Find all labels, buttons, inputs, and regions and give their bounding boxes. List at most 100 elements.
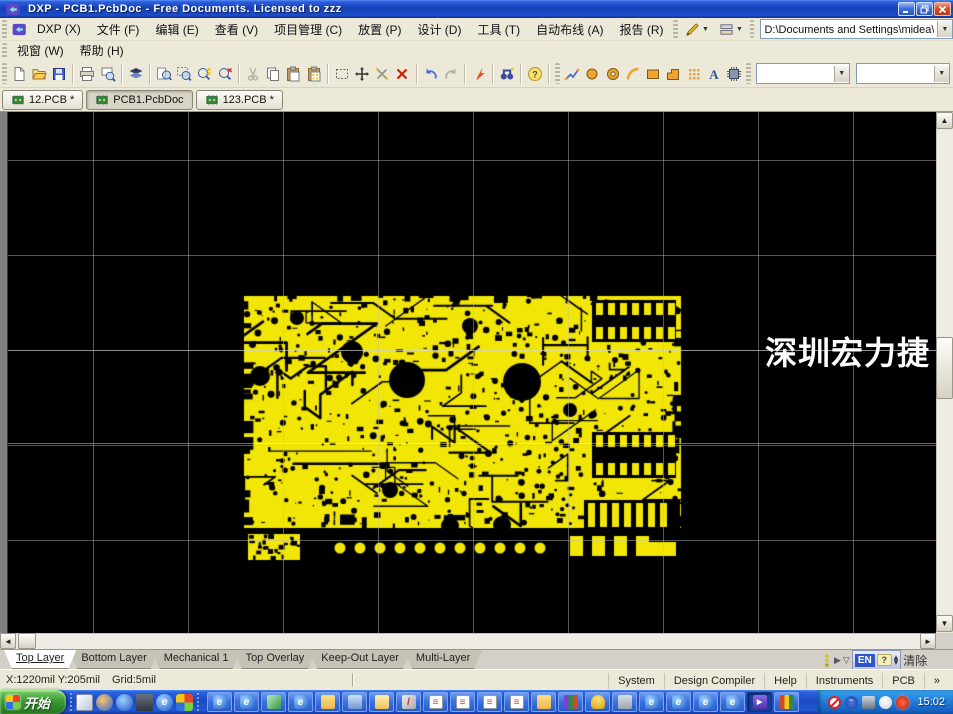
place-polygon-button[interactable] — [663, 63, 683, 85]
interactive-routing-button[interactable] — [469, 63, 489, 85]
panel-button[interactable]: Help — [764, 673, 806, 689]
path-input[interactable] — [761, 23, 937, 35]
print-preview-button[interactable] — [97, 63, 117, 85]
vertical-scroll-thumb[interactable] — [936, 337, 953, 399]
clear-filter-button[interactable] — [392, 63, 412, 85]
layer-stack-button[interactable] — [126, 63, 146, 85]
layer-tab[interactable]: Keep-Out Layer — [309, 650, 411, 669]
taskbar-window-button[interactable] — [234, 692, 259, 712]
minimize-button[interactable] — [898, 2, 915, 16]
document-tab[interactable]: 12.PCB * — [2, 90, 83, 110]
horizontal-scrollbar[interactable]: ◄ ► — [0, 633, 936, 649]
zoom-area-button[interactable] — [174, 63, 194, 85]
document-tab[interactable]: 123.PCB * — [196, 90, 283, 110]
place-via-button[interactable] — [602, 63, 622, 85]
tray-icon[interactable] — [828, 696, 841, 709]
zoom-points-button[interactable] — [194, 63, 214, 85]
language-help-icon[interactable]: ? — [877, 654, 892, 666]
quick-launch-icon[interactable] — [96, 694, 113, 711]
new-document-button[interactable] — [9, 63, 29, 85]
scroll-left-button[interactable]: ◄ — [0, 633, 16, 649]
menu-item[interactable]: 工具 (T) — [469, 19, 528, 40]
cut-button[interactable] — [243, 63, 263, 85]
layer-tab[interactable]: Top Overlay — [234, 650, 317, 669]
layer-tab[interactable]: Mechanical 1 — [152, 650, 241, 669]
copy-button[interactable] — [263, 63, 283, 85]
menu-item[interactable]: 编辑 (E) — [147, 19, 206, 40]
taskbar-window-button[interactable] — [504, 692, 529, 712]
taskbar-window-button[interactable] — [666, 692, 691, 712]
panel-button[interactable]: PCB — [882, 673, 924, 689]
component-input[interactable] — [857, 68, 934, 80]
tray-icon[interactable] — [879, 696, 892, 709]
taskbar-window-button[interactable] — [342, 692, 367, 712]
taskbar-window-button[interactable] — [612, 692, 637, 712]
paste-recall-button[interactable] — [303, 63, 323, 85]
toolbar-grip[interactable] — [2, 20, 7, 38]
toolbar-grip[interactable] — [555, 63, 560, 85]
taskbar-window-button[interactable] — [369, 692, 394, 712]
taskbar-window-button[interactable] — [720, 692, 745, 712]
taskbar-window-button[interactable] — [774, 692, 799, 712]
toolbar-grip[interactable] — [673, 20, 678, 38]
scroll-down-button[interactable]: ▼ — [936, 615, 953, 632]
panel-edge-strip[interactable] — [0, 112, 8, 633]
place-string-button[interactable]: A — [704, 63, 724, 85]
help-button[interactable]: ? — [525, 63, 545, 85]
taskbar-window-button[interactable] — [315, 692, 340, 712]
menu-item[interactable]: 文件 (F) — [89, 19, 148, 40]
menu-item[interactable]: 放置 (P) — [350, 19, 409, 40]
taskbar-window-button[interactable] — [423, 692, 448, 712]
clear-mask-button[interactable]: 清除 — [903, 652, 927, 669]
menu-item[interactable]: 设计 (D) — [409, 19, 469, 40]
place-pad-button[interactable] — [582, 63, 602, 85]
measure-tool-button[interactable]: ▼ — [682, 20, 712, 39]
language-options-icon[interactable]: ▴▾ — [894, 655, 899, 665]
menu-item[interactable]: 项目管理 (C) — [266, 19, 350, 40]
panel-button[interactable]: » — [924, 673, 949, 689]
menu-item[interactable]: 自动布线 (A) — [528, 19, 611, 40]
paste-button[interactable] — [283, 63, 303, 85]
print-button[interactable] — [77, 63, 97, 85]
taskbar-window-button[interactable] — [558, 692, 583, 712]
apply-arrow-icon[interactable]: ▶ — [834, 655, 841, 666]
taskbar-window-button[interactable] — [585, 692, 610, 712]
place-component-button[interactable] — [724, 63, 744, 85]
taskbar-window-button[interactable] — [477, 692, 502, 712]
component-dropdown-button[interactable]: ▼ — [934, 66, 949, 82]
quick-launch-icon[interactable] — [136, 694, 153, 711]
restore-button[interactable] — [916, 2, 933, 16]
deselect-all-button[interactable] — [372, 63, 392, 85]
place-line-button[interactable] — [562, 63, 582, 85]
close-button[interactable] — [934, 2, 951, 16]
quick-launch-icon[interactable] — [176, 694, 193, 711]
undo-button[interactable] — [421, 63, 441, 85]
tray-icon[interactable] — [862, 696, 875, 709]
save-document-button[interactable] — [49, 63, 69, 85]
open-document-button[interactable] — [29, 63, 49, 85]
toolbar-grip[interactable] — [2, 43, 7, 58]
tray-icon[interactable] — [896, 696, 909, 709]
taskbar-window-button[interactable] — [531, 692, 556, 712]
menu-item[interactable]: 查看 (V) — [207, 19, 266, 40]
select-area-button[interactable] — [332, 63, 352, 85]
vertical-scrollbar[interactable]: ▲ ▼ — [936, 112, 953, 632]
language-indicator[interactable]: EN — [855, 654, 875, 667]
menu-item[interactable]: 帮助 (H) — [72, 40, 132, 61]
horizontal-scroll-thumb[interactable] — [18, 633, 36, 649]
layer-tab[interactable]: Multi-Layer — [404, 650, 482, 669]
start-button[interactable]: 开始 — [0, 690, 66, 714]
quick-launch-icon[interactable] — [156, 694, 173, 711]
mask-level-icon[interactable] — [822, 653, 832, 667]
taskbar-window-button[interactable] — [261, 692, 286, 712]
panel-button[interactable]: Design Compiler — [664, 673, 764, 689]
quick-launch-icon[interactable] — [116, 694, 133, 711]
pcb-canvas-viewport[interactable]: 深圳宏力捷 — [8, 112, 936, 633]
move-selection-button[interactable] — [352, 63, 372, 85]
taskbar-window-button[interactable] — [639, 692, 664, 712]
toolbar-grip[interactable] — [750, 20, 755, 38]
taskbar-window-button[interactable] — [747, 692, 772, 712]
tray-icon[interactable] — [845, 696, 858, 709]
quick-launch-icon[interactable] — [76, 694, 93, 711]
taskbar-window-button[interactable] — [396, 692, 421, 712]
